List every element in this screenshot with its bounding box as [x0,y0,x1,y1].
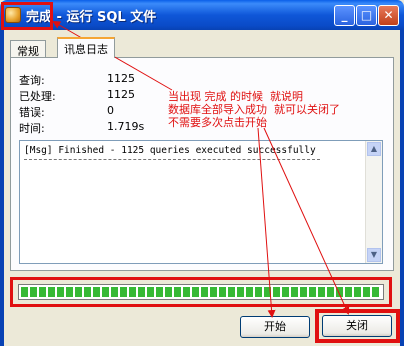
tab-message-log[interactable]: 讯息日志 [57,37,115,58]
title-caption: - 运行 SQL 文件 [52,10,157,25]
errors-value: 0 [107,104,114,117]
close-icon: ✕ [383,8,394,22]
title-bar[interactable]: 完成 - 运行 SQL 文件 _ □ ✕ [0,0,404,30]
time-value: 1.719s [107,120,145,133]
minimize-button[interactable]: _ [334,5,355,26]
queries-value: 1125 [107,72,135,85]
log-scrollbar[interactable]: ▲ ▼ [365,141,382,263]
close-window-button[interactable]: ✕ [378,5,399,26]
time-label: 时间: [19,122,45,135]
tab-general[interactable]: 常规 [10,40,46,58]
progress-bar [18,284,384,300]
progress-fill [21,287,381,297]
window-frame-left [0,30,4,346]
done-highlight [1,2,53,30]
scroll-up-icon[interactable]: ▲ [367,142,381,156]
maximize-button[interactable]: □ [356,5,377,26]
window-frame-right [400,30,404,346]
start-button[interactable]: 开始 [240,316,310,338]
close-button[interactable]: 关闭 [322,315,392,337]
queries-label: 查询: [19,74,45,87]
scroll-down-icon[interactable]: ▼ [367,248,381,262]
processed-label: 已处理: [19,90,56,103]
processed-value: 1125 [107,88,135,101]
log-output[interactable]: [Msg] Finished - 1125 queries executed s… [19,140,383,264]
log-separator [24,159,320,160]
log-line: [Msg] Finished - 1125 queries executed s… [24,145,316,156]
minimize-icon: _ [341,8,348,22]
annotation-line-3: 不需要多次点击开始 [168,116,267,129]
tab-message-log-label: 讯息日志 [64,43,108,56]
errors-label: 错误: [19,106,45,119]
maximize-icon: □ [360,8,373,22]
